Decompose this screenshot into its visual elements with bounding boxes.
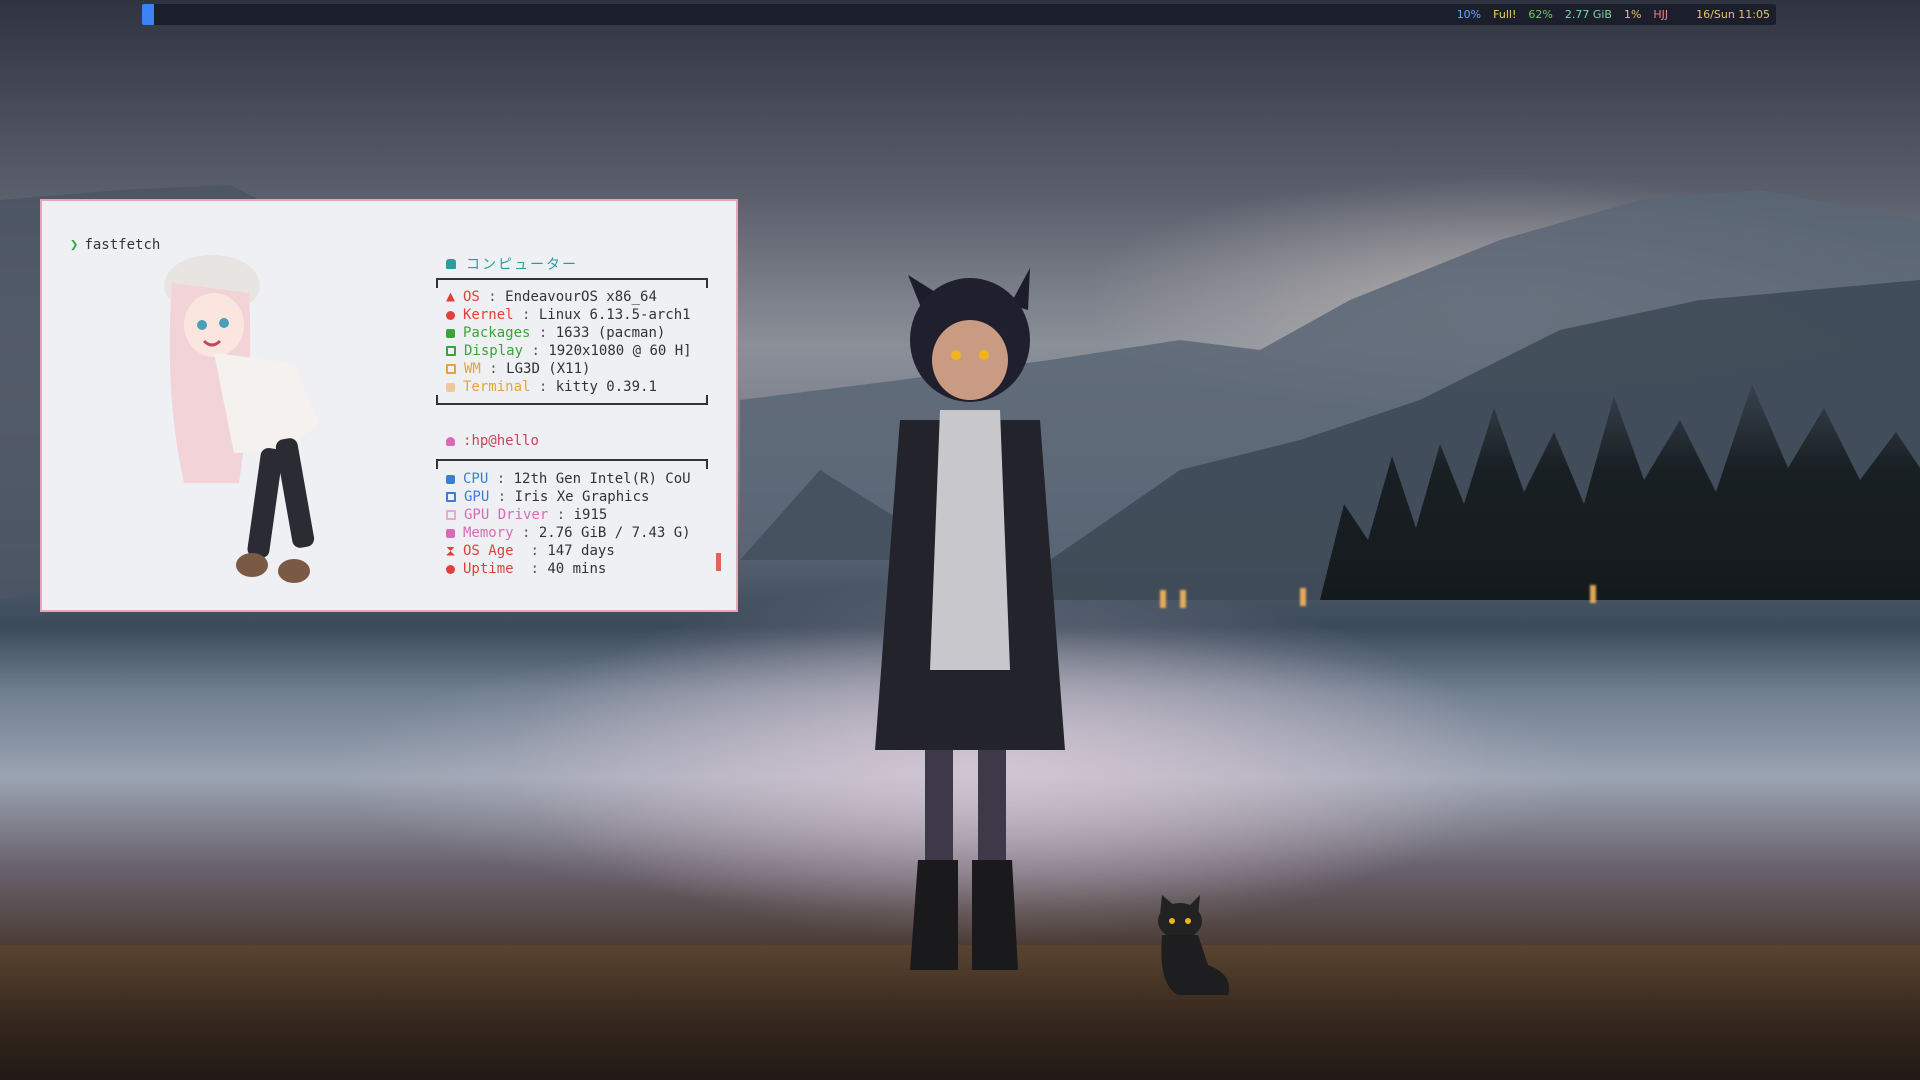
info-row-os: OS : EndeavourOS x86_64 bbox=[446, 288, 657, 306]
shore-light bbox=[1160, 590, 1166, 608]
user-icon bbox=[446, 436, 455, 446]
memory-icon bbox=[446, 528, 455, 538]
cpu-icon bbox=[446, 474, 455, 484]
shore-light bbox=[1300, 588, 1306, 606]
endeavour-icon bbox=[446, 292, 455, 302]
workspace-indicator[interactable] bbox=[142, 4, 154, 25]
display-icon bbox=[446, 346, 456, 356]
info-row-kernel: Kernel : Linux 6.13.5-arch1 bbox=[446, 306, 691, 324]
info-row-uptime: Uptime : 40 mins bbox=[446, 560, 606, 578]
volume-indicator[interactable]: 10% bbox=[1457, 8, 1481, 21]
info-row-display: Display : 1920x1080 @ 60 H] bbox=[446, 342, 692, 360]
info-row-gpu-driver: GPU Driver : i915 bbox=[446, 506, 607, 524]
window-icon bbox=[446, 364, 456, 374]
black-cat bbox=[1158, 895, 1230, 995]
hardware-frame bbox=[436, 459, 708, 469]
kernel-icon bbox=[446, 310, 455, 320]
header-title: コンピューター bbox=[466, 257, 578, 273]
clock[interactable]: 16/Sun 11:05 bbox=[1696, 8, 1770, 21]
cpu-usage[interactable]: 1% bbox=[1624, 8, 1641, 21]
shell-prompt: ❯ fastfetch bbox=[70, 237, 160, 253]
user-row: : hp@hello bbox=[446, 433, 539, 449]
catgirl-character bbox=[875, 268, 1065, 970]
keyboard-layout[interactable]: HJJ bbox=[1653, 8, 1668, 21]
shore-light bbox=[1590, 585, 1596, 603]
kitty-terminal-window[interactable]: ❯ fastfetch コンピューター OS : EndeavourOS x86_… bbox=[40, 199, 738, 612]
uptime-icon bbox=[446, 564, 455, 574]
info-row-terminal: Terminal : kitty 0.39.1 bbox=[446, 378, 657, 396]
memory-usage[interactable]: 2.77 GiB bbox=[1565, 8, 1612, 21]
shore-light bbox=[1180, 590, 1186, 608]
info-row-memory: Memory : 2.76 GiB / 7.43 G) bbox=[446, 524, 691, 542]
prompt-arrow-icon: ❯ bbox=[70, 237, 79, 253]
command-text: fastfetch bbox=[84, 237, 161, 253]
computer-icon bbox=[446, 259, 456, 269]
section-header: コンピューター bbox=[446, 254, 578, 274]
terminal-icon bbox=[446, 382, 455, 392]
battery-status[interactable]: Full! bbox=[1493, 8, 1516, 21]
info-row-cpu: CPU : 12th Gen Intel(R) CoU bbox=[446, 470, 691, 488]
info-row-os-age: OS Age : 147 days bbox=[446, 542, 615, 560]
info-row-packages: Packages : 1633 (pacman) bbox=[446, 324, 665, 342]
info-row-wm: WM : LG3D (X11) bbox=[446, 360, 590, 378]
driver-icon bbox=[446, 510, 456, 520]
battery-percent[interactable]: 62% bbox=[1528, 8, 1552, 21]
terminal-cursor bbox=[716, 553, 721, 571]
info-row-gpu: GPU : Iris Xe Graphics bbox=[446, 488, 649, 506]
top-status-bar: 10% Full! 62% 2.77 GiB 1% HJJ 16/Sun 11:… bbox=[142, 4, 1776, 25]
package-icon bbox=[446, 328, 455, 338]
hourglass-icon bbox=[446, 546, 455, 556]
gpu-icon bbox=[446, 492, 456, 502]
anime-girl-logo-image bbox=[164, 255, 319, 583]
